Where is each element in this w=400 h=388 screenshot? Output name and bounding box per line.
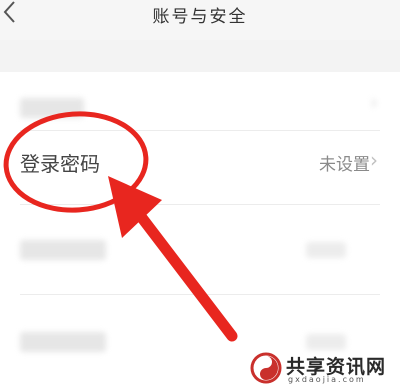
nav-bar: 账号与安全 [0,0,400,40]
login-password-status: 未设置 [319,155,370,175]
login-password-row[interactable]: 登录密码 未设置 › [0,146,400,176]
divider [20,204,380,205]
watermark: 共享资讯网 gxdaojia.com [250,350,400,388]
blurred-value [306,334,346,350]
blurred-label [20,240,106,260]
divider [20,294,380,295]
divider [20,130,380,131]
blurred-label [20,98,84,118]
swirl-logo-icon [250,352,282,384]
chevron-right-icon: › [370,148,378,172]
chevron-right-icon: › [370,90,378,114]
blurred-value [306,242,346,258]
blurred-label [20,332,106,352]
settings-list: › 登录密码 未设置 › [0,72,400,388]
page-title: 账号与安全 [152,7,248,27]
watermark-url: gxdaojia.com [288,375,366,384]
settings-row-3[interactable] [0,236,400,276]
login-password-label: 登录密码 [20,152,100,176]
settings-row-1[interactable]: › [0,90,400,142]
